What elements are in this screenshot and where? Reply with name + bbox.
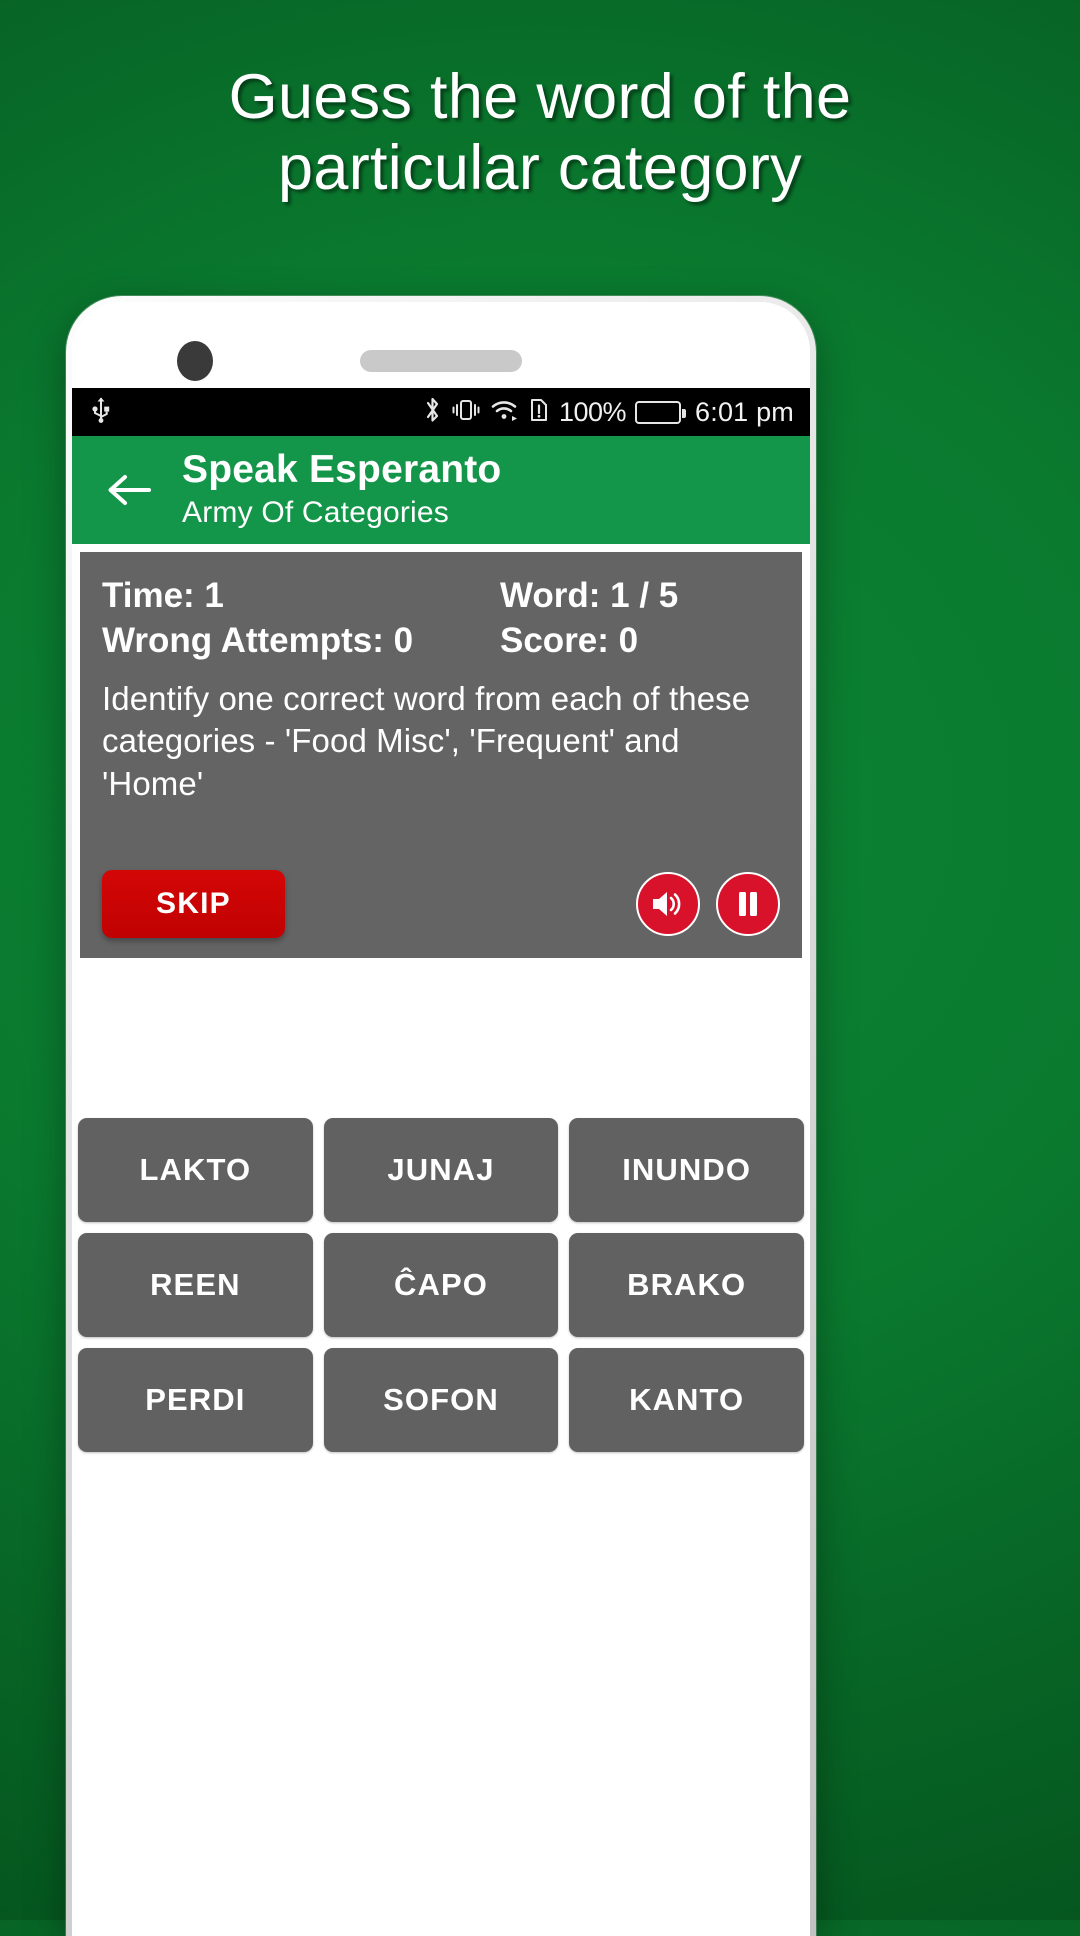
- front-camera-icon: [177, 341, 213, 381]
- wifi-icon: [490, 396, 520, 429]
- battery-percent-label: 100%: [558, 396, 627, 427]
- bluetooth-icon: [423, 396, 442, 429]
- word-tile[interactable]: SOFON: [323, 1348, 559, 1452]
- battery-full-icon: [635, 400, 687, 424]
- word-tile[interactable]: JUNAJ: [323, 1118, 559, 1222]
- word-tile[interactable]: INUNDO: [569, 1118, 804, 1222]
- promo-headline: Guess the word of the particular categor…: [228, 62, 852, 203]
- pause-icon[interactable]: [716, 872, 780, 936]
- app-title: Speak Esperanto: [182, 448, 502, 492]
- word-tile[interactable]: PERDI: [78, 1348, 313, 1452]
- word-tile[interactable]: BRAKO: [569, 1233, 804, 1337]
- status-bar: 100% 6:01 pm: [72, 388, 810, 436]
- earpiece-speaker: [360, 350, 522, 372]
- app-subtitle: Army Of Categories: [182, 495, 450, 529]
- word-grid: LAKTO JUNAJ INUNDO REEN ĈAPO BRAKO PERDI…: [78, 1118, 804, 1452]
- word-counter-label: Word: 1 / 5: [500, 576, 679, 615]
- back-arrow-icon[interactable]: [94, 454, 166, 526]
- clock-label: 6:01 pm: [695, 396, 794, 427]
- status-bar-left: [90, 396, 112, 429]
- score-label: Score: 0: [500, 620, 639, 660]
- volume-up-icon[interactable]: [636, 872, 700, 936]
- word-tile[interactable]: KANTO: [569, 1348, 804, 1452]
- app-bar-text: Speak Esperanto Army Of Categories: [182, 449, 501, 530]
- word-tile[interactable]: LAKTO: [78, 1118, 313, 1222]
- app-bar: Speak Esperanto Army Of Categories: [72, 436, 810, 544]
- panel-controls: SKIP: [102, 870, 780, 938]
- phone-mockup: 100% 6:01 pm Speak Esperanto Army Of Cat…: [66, 296, 816, 1936]
- word-tile[interactable]: REEN: [78, 1233, 313, 1337]
- sim-card-alert-icon: [529, 396, 549, 429]
- stats-row-bottom: Wrong Attempts: 0 Score: 0: [102, 619, 780, 664]
- info-panel-wrapper: Time: 1 Word: 1 / 5 Wrong Attempts: 0 Sc…: [72, 544, 810, 958]
- phone-top-bezel: [72, 302, 810, 388]
- stats-row-top: Time: 1 Word: 1 / 5: [102, 574, 780, 619]
- phone-screen-frame: 100% 6:01 pm Speak Esperanto Army Of Cat…: [72, 302, 810, 1936]
- skip-button[interactable]: SKIP: [102, 870, 285, 938]
- word-tile[interactable]: ĈAPO: [323, 1233, 559, 1337]
- usb-icon: [90, 396, 112, 429]
- game-info-panel: Time: 1 Word: 1 / 5 Wrong Attempts: 0 Sc…: [80, 552, 802, 958]
- device-screen: 100% 6:01 pm Speak Esperanto Army Of Cat…: [72, 388, 810, 1936]
- status-bar-right: 100% 6:01 pm: [423, 396, 794, 429]
- vibrate-icon: [451, 396, 481, 429]
- media-controls: [636, 872, 780, 936]
- wrong-attempts-label: Wrong Attempts: 0: [102, 620, 414, 660]
- time-label: Time: 1: [102, 576, 224, 615]
- word-choices-area: LAKTO JUNAJ INUNDO REEN ĈAPO BRAKO PERDI…: [72, 1118, 810, 1452]
- instruction-text: Identify one correct word from each of t…: [102, 679, 751, 803]
